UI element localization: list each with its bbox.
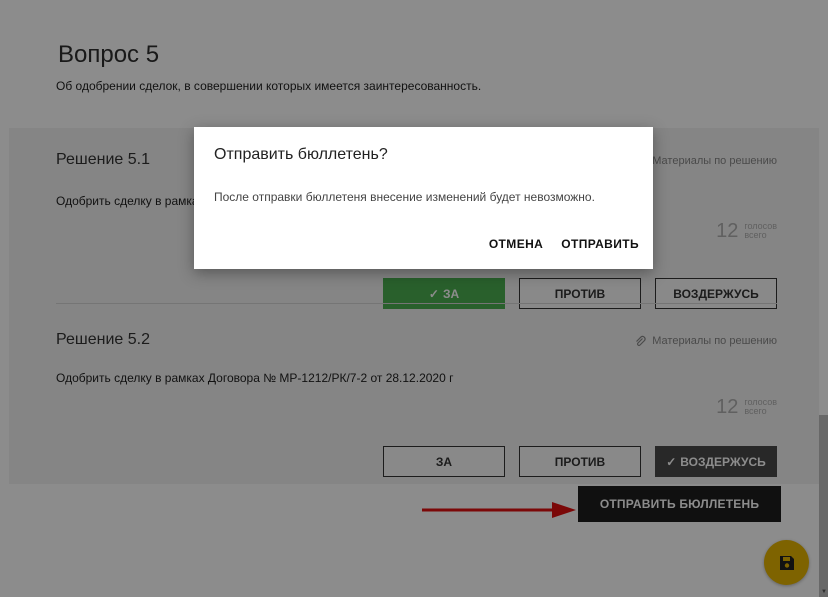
modal-backdrop[interactable]	[0, 0, 828, 597]
dialog-actions: ОТМЕНА ОТПРАВИТЬ	[489, 237, 639, 251]
dialog-text: После отправки бюллетеня внесение измене…	[214, 190, 595, 204]
dialog-cancel-button[interactable]: ОТМЕНА	[489, 237, 543, 251]
dialog-title: Отправить бюллетень?	[214, 146, 388, 163]
confirm-dialog: Отправить бюллетень? После отправки бюлл…	[194, 127, 653, 269]
dialog-confirm-button[interactable]: ОТПРАВИТЬ	[561, 237, 639, 251]
page: Вопрос 5 Об одобрении сделок, в совершен…	[0, 0, 828, 597]
